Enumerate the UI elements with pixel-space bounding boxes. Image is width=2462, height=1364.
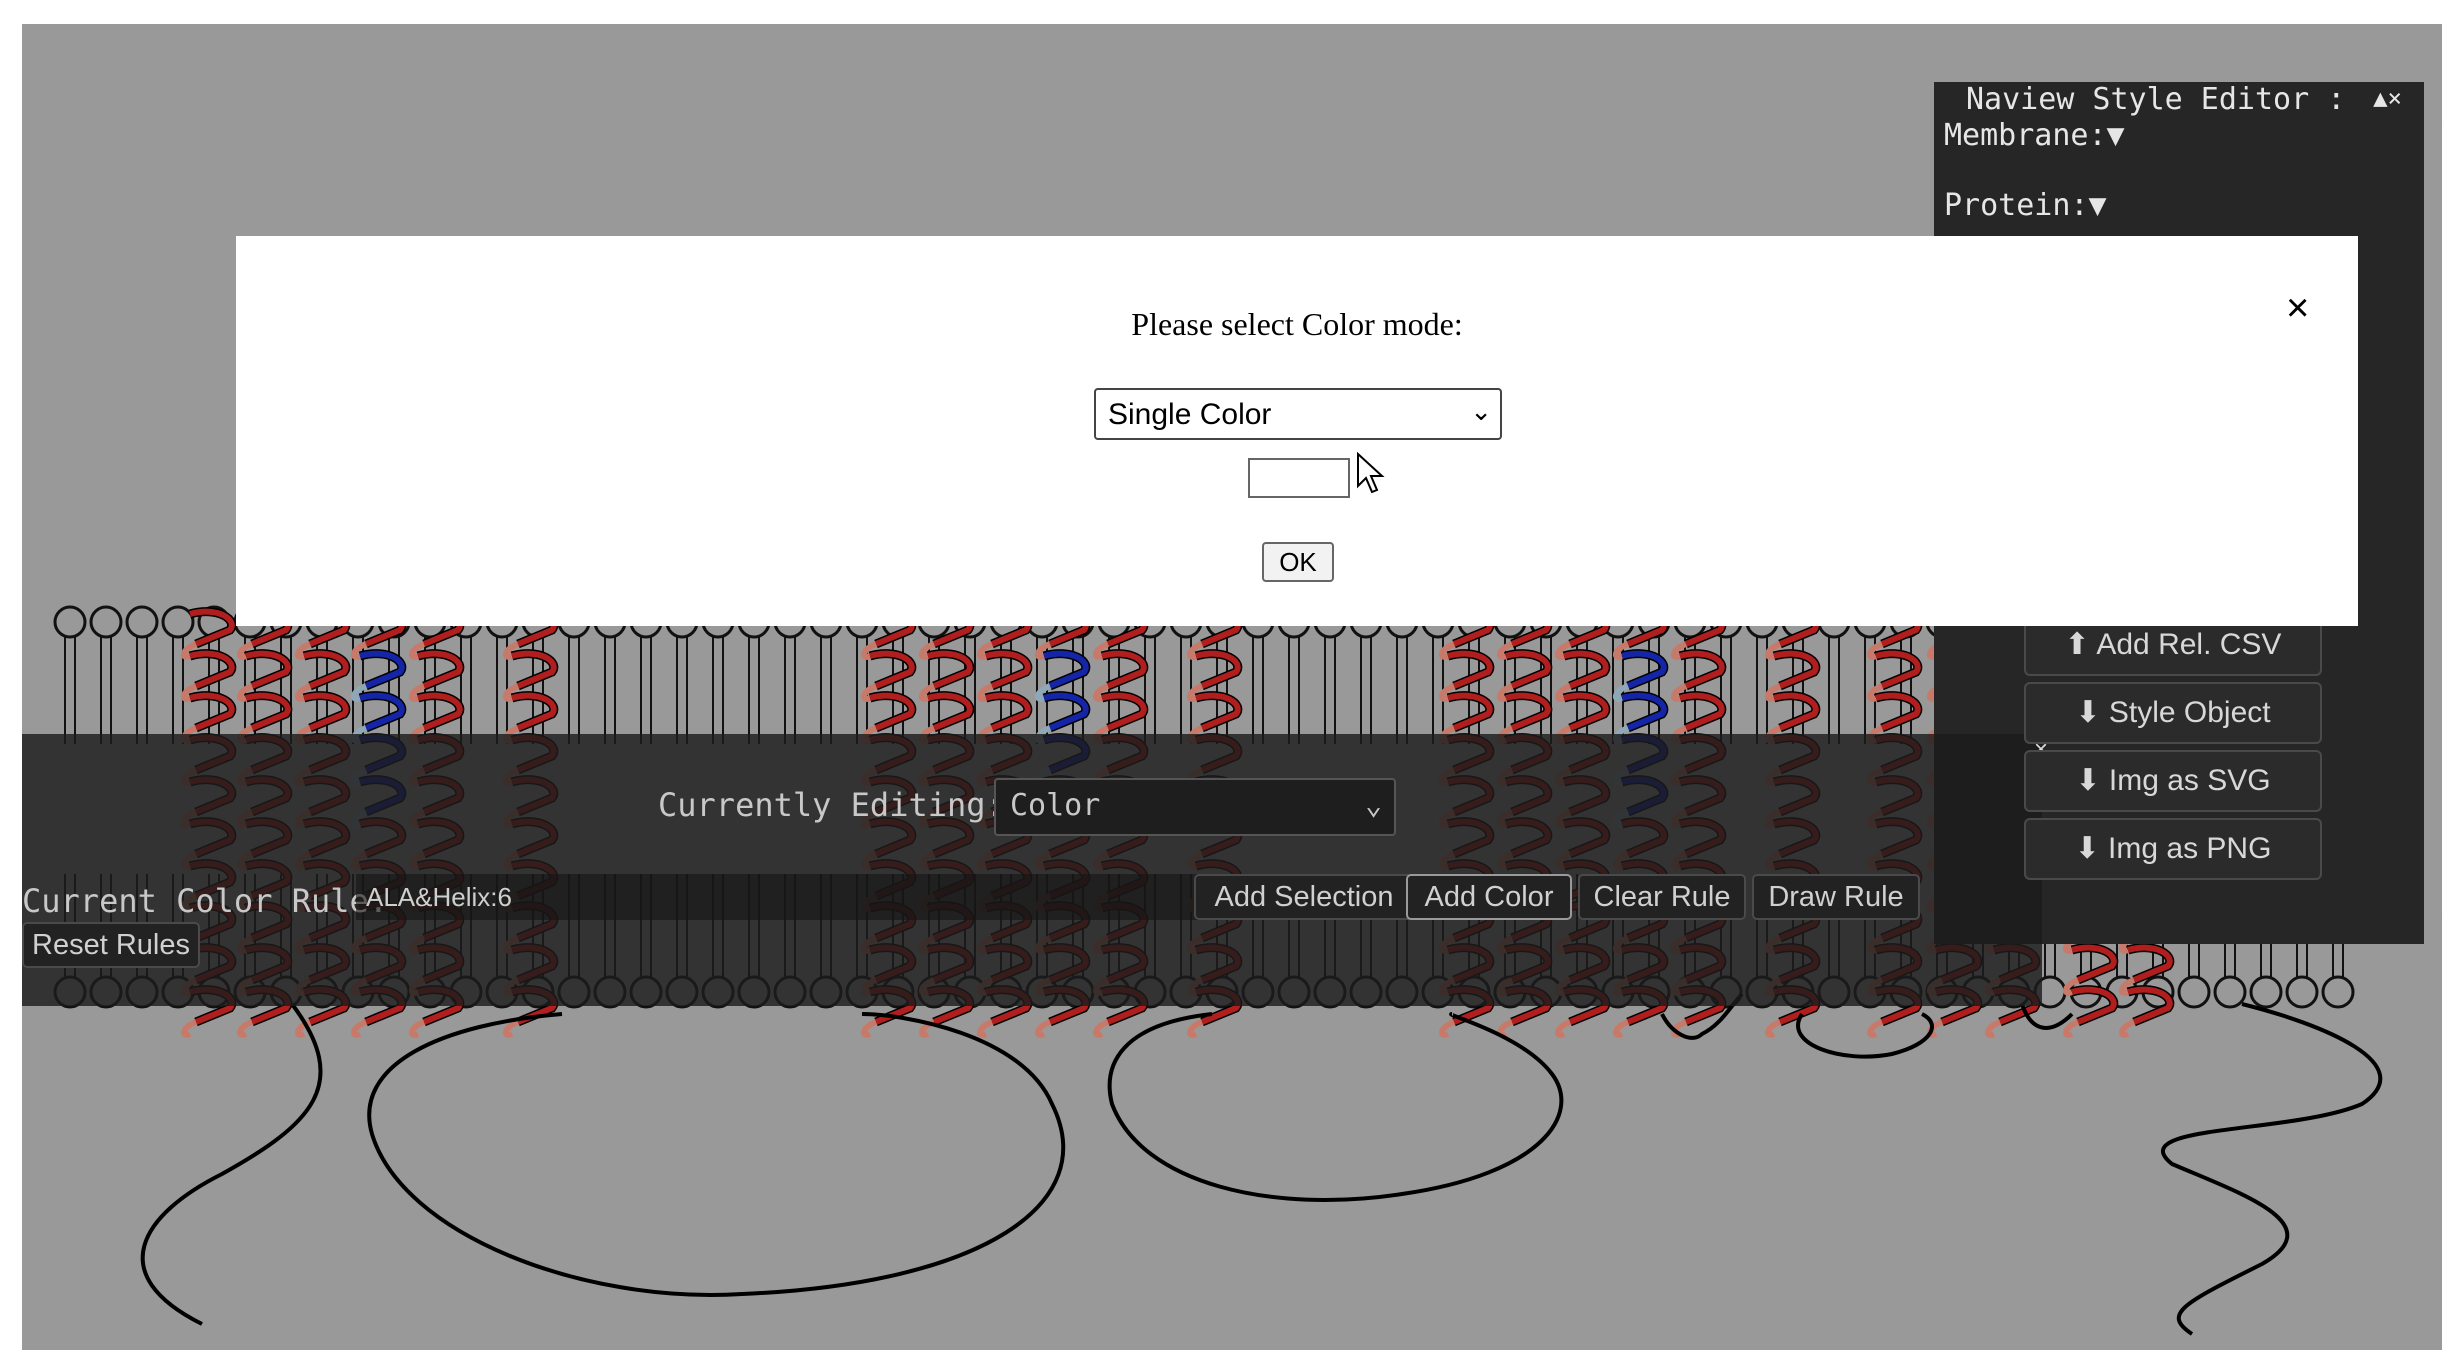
color-mode-modal: Please select Color mode: × Single Color… <box>236 236 2358 626</box>
lipid-head <box>125 605 159 639</box>
scroll-up-icon[interactable]: ▲ <box>2438 112 2442 130</box>
reset-rules-button[interactable]: Reset Rules <box>22 922 200 968</box>
mouse-cursor-icon <box>1357 452 1385 494</box>
protein-toggle[interactable]: Protein:▼ <box>1944 188 2107 223</box>
lipid-head <box>2285 975 2319 1009</box>
loop <box>2161 1002 2383 1336</box>
loop <box>140 1002 323 1326</box>
membrane-toggle[interactable]: Membrane:▼ <box>1944 118 2125 153</box>
protein-viewer[interactable]: Naview Style Editor : ▲× Membrane:▼ Prot… <box>22 24 2442 1350</box>
currently-editing-label: Currently Editing: <box>658 786 1005 824</box>
lipid-head <box>2213 975 2247 1009</box>
color-mode-value: Single Color <box>1108 398 1272 431</box>
loop <box>367 1012 1065 1297</box>
chevron-down-icon: ⌄ <box>1470 396 1492 426</box>
modal-title: Please select Color mode: <box>1131 306 1463 342</box>
lipid-head <box>89 605 123 639</box>
clear-rule-button[interactable]: Clear Rule <box>1578 874 1746 920</box>
current-color-rule-label: Current Color Rule: <box>22 882 389 920</box>
editing-bar: Currently Editing: Color ⌄ Current Color… <box>22 734 2042 1006</box>
chevron-down-icon: ⌄ <box>1365 788 1382 821</box>
panel-controls[interactable]: ▲× <box>2373 84 2402 112</box>
draw-rule-button[interactable]: Draw Rule <box>1752 874 1920 920</box>
scroll-down-icon[interactable]: ▼ <box>2438 912 2442 930</box>
close-icon[interactable]: × <box>2286 286 2309 331</box>
color-input[interactable] <box>1248 458 1350 498</box>
add-selection-button[interactable]: Add Selection <box>1194 874 1414 920</box>
add-color-button[interactable]: Add Color <box>1406 874 1572 920</box>
lipid-head <box>2321 975 2355 1009</box>
currently-editing-value: Color <box>1010 788 1101 823</box>
style-editor-title: Naview Style Editor : <box>1966 82 2346 117</box>
lipid-head <box>53 605 87 639</box>
ok-button[interactable]: OK <box>1262 542 1334 582</box>
lipid-head <box>161 605 195 639</box>
current-color-rule-field[interactable]: ALA&Helix:6 <box>356 874 1216 920</box>
loop-group <box>140 992 2383 1336</box>
img-as-png-button[interactable]: ⬇ Img as PNG <box>2024 818 2322 880</box>
loop <box>1796 1012 1934 1059</box>
style-object-button[interactable]: ⬇ Style Object <box>2024 682 2322 744</box>
lipid-head <box>2249 975 2283 1009</box>
img-as-svg-button[interactable]: ⬇ Img as SVG <box>2024 750 2322 812</box>
color-mode-select[interactable]: Single Color ⌄ <box>1094 388 1502 440</box>
currently-editing-select[interactable]: Color ⌄ <box>994 778 1396 836</box>
lipid-head <box>2177 975 2211 1009</box>
loop <box>1107 1012 1564 1202</box>
